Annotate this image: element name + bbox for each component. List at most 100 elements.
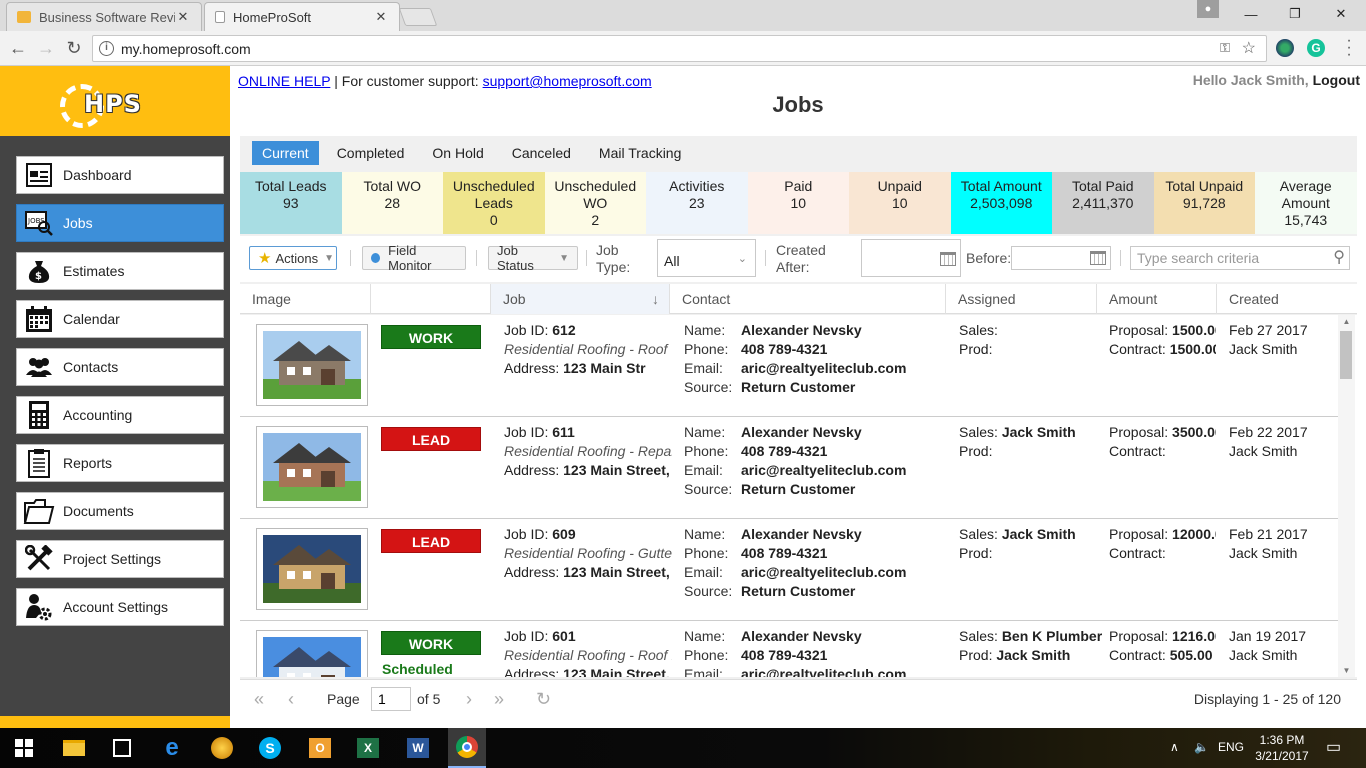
contact-cell[interactable]: Name: Alexander Nevsky Phone: 408 789-4321 E… (684, 627, 964, 677)
minimize-icon[interactable]: — (1228, 0, 1274, 28)
contact-email[interactable]: aric@realtyeliteclub.com (741, 360, 906, 376)
job-type-select[interactable]: All ⌄ (657, 239, 756, 277)
url-input[interactable]: i my.homeprosoft.com ⚿ ☆ (92, 35, 1267, 62)
language-indicator[interactable]: ENG (1218, 740, 1244, 754)
contact-name[interactable]: Alexander Nevsky (741, 526, 862, 542)
globe-extension-icon[interactable] (1276, 39, 1294, 57)
browser-tab-business-software-review[interactable]: Business Software Review ✕ (6, 2, 202, 31)
close-icon[interactable]: ✕ (1318, 0, 1364, 28)
stat-average-amount[interactable]: Average Amount 15,743 (1255, 172, 1357, 234)
calendar-icon[interactable] (940, 252, 956, 266)
word-icon[interactable]: W (404, 734, 432, 762)
stat-total-leads[interactable]: Total Leads 93 (240, 172, 342, 234)
job-cell[interactable]: Job ID: 609 Residential Roofing - Gutters… (504, 525, 672, 582)
table-row[interactable]: WORK ORDER Job ID: 612 Residential Roofing… (240, 315, 1338, 417)
column-header-assigned[interactable]: Assigned (946, 284, 1097, 314)
scroll-up-icon[interactable]: ▲ (1338, 317, 1355, 326)
excel-icon[interactable]: X (354, 734, 382, 762)
person-icon[interactable]: ● (1197, 0, 1219, 18)
tab-current[interactable]: Current (252, 141, 319, 165)
new-tab-button[interactable] (398, 8, 438, 26)
support-email-link[interactable]: support@homeprosoft.com (483, 73, 652, 89)
table-row[interactable]: LEAD Job ID: 609 Residential Roofing - Gut… (240, 519, 1338, 621)
contact-phone[interactable]: 408 789-4321 (741, 341, 827, 357)
tab-completed[interactable]: Completed (327, 141, 415, 165)
stat-total-unpaid[interactable]: Total Unpaid 91,728 (1153, 172, 1255, 234)
logout-link[interactable]: Logout (1313, 72, 1360, 88)
contact-email[interactable]: aric@realtyeliteclub.com (741, 462, 906, 478)
back-icon[interactable]: ← (7, 37, 29, 59)
grammarly-extension-icon[interactable]: G (1307, 39, 1325, 57)
scrollbar-thumb[interactable] (1340, 331, 1352, 379)
column-header-contact[interactable]: Contact (670, 284, 946, 314)
forward-icon[interactable]: → (35, 37, 57, 59)
sidebar-item-project-settings[interactable]: Project Settings (16, 540, 224, 578)
contact-phone[interactable]: 408 789-4321 (741, 647, 827, 663)
job-cell[interactable]: Job ID: 612 Residential Roofing - Roof Cl… (504, 321, 672, 378)
column-header-created[interactable]: Created (1217, 284, 1357, 314)
contact-phone[interactable]: 408 789-4321 (741, 545, 827, 561)
page-number-input[interactable] (371, 687, 411, 711)
outlook-icon[interactable]: O (306, 734, 334, 762)
speaker-icon[interactable]: 🔈 (1194, 740, 1209, 754)
contact-cell[interactable]: Name: Alexander Nevsky Phone: 408 789-4321 E… (684, 525, 964, 601)
job-photo[interactable] (256, 426, 368, 508)
column-header-job[interactable]: Job ↓ (491, 284, 670, 314)
online-help-link[interactable]: ONLINE HELP (238, 73, 330, 89)
job-id[interactable]: 612 (552, 322, 575, 338)
close-tab-icon[interactable]: ✕ (373, 9, 389, 25)
store-icon[interactable] (108, 734, 136, 762)
contact-cell[interactable]: Name: Alexander Nevsky Phone: 408 789-4321 E… (684, 423, 964, 499)
stat-total-amount[interactable]: Total Amount 2,503,098 (950, 172, 1052, 234)
info-icon[interactable]: i (99, 41, 114, 56)
job-photo[interactable] (256, 324, 368, 406)
sidebar-item-jobs[interactable]: JOBS Jobs (16, 204, 224, 242)
search-icon[interactable]: ⚲ (1333, 247, 1345, 267)
sidebar-item-dashboard[interactable]: Dashboard (16, 156, 224, 194)
field-monitor-button[interactable]: Field Monitor (362, 243, 466, 273)
job-cell[interactable]: Job ID: 601 Residential Roofing - Roof In… (504, 627, 672, 677)
job-photo[interactable] (256, 528, 368, 610)
job-cell[interactable]: Job ID: 611 Residential Roofing - Repair A… (504, 423, 672, 480)
key-icon[interactable]: ⚿ (1220, 40, 1230, 56)
browser-menu-icon[interactable]: · · · (1342, 33, 1356, 63)
bookmark-star-icon[interactable]: ☆ (1242, 38, 1256, 58)
stat-total-paid[interactable]: Total Paid 2,411,370 (1052, 172, 1154, 234)
contact-name[interactable]: Alexander Nevsky (741, 322, 862, 338)
job-id[interactable]: 609 (552, 526, 575, 542)
stat-unscheduled-leads[interactable]: Unscheduled Leads 0 (443, 172, 545, 234)
contact-email[interactable]: aric@realtyeliteclub.com (741, 564, 906, 580)
actions-dropdown[interactable]: ★ Actions ▼ (249, 246, 337, 270)
calendar-icon[interactable] (1090, 251, 1106, 265)
tab-canceled[interactable]: Canceled (502, 141, 581, 165)
notifications-icon[interactable]: ▭ (1326, 737, 1341, 757)
first-page-icon[interactable]: « (254, 689, 264, 710)
created-after-input[interactable] (861, 239, 961, 277)
vertical-scrollbar[interactable]: ▲ ▼ (1338, 315, 1355, 677)
app-sphere-icon[interactable] (208, 734, 236, 762)
hps-logo[interactable]: HPS (60, 80, 166, 128)
column-header-badge[interactable] (371, 284, 491, 314)
contact-email[interactable]: aric@realtyeliteclub.com (741, 666, 906, 677)
stat-activities[interactable]: Activities 23 (646, 172, 748, 234)
job-photo[interactable] (256, 630, 368, 677)
job-id[interactable]: 611 (552, 424, 575, 440)
table-row[interactable]: WORK ORDER Scheduled Job ID: 601 Residentia… (240, 621, 1338, 677)
job-id[interactable]: 601 (552, 628, 575, 644)
sidebar-item-contacts[interactable]: Contacts (16, 348, 224, 386)
skype-icon[interactable]: S (256, 734, 284, 762)
scroll-down-icon[interactable]: ▼ (1338, 666, 1355, 675)
contact-name[interactable]: Alexander Nevsky (741, 628, 862, 644)
maximize-icon[interactable]: ❐ (1272, 0, 1318, 28)
contact-phone[interactable]: 408 789-4321 (741, 443, 827, 459)
sidebar-item-documents[interactable]: Documents (16, 492, 224, 530)
contact-cell[interactable]: Name: Alexander Nevsky Phone: 408 789-4321 E… (684, 321, 964, 397)
stat-total-wo[interactable]: Total WO 28 (341, 172, 443, 234)
next-page-icon[interactable]: › (466, 689, 472, 710)
edge-icon[interactable]: e (158, 734, 186, 762)
tab-mail-tracking[interactable]: Mail Tracking (589, 141, 691, 165)
refresh-icon[interactable]: ↻ (536, 689, 551, 710)
windows-start-icon[interactable] (10, 734, 38, 762)
chrome-icon[interactable] (448, 728, 486, 768)
previous-page-icon[interactable]: ‹ (288, 689, 294, 710)
